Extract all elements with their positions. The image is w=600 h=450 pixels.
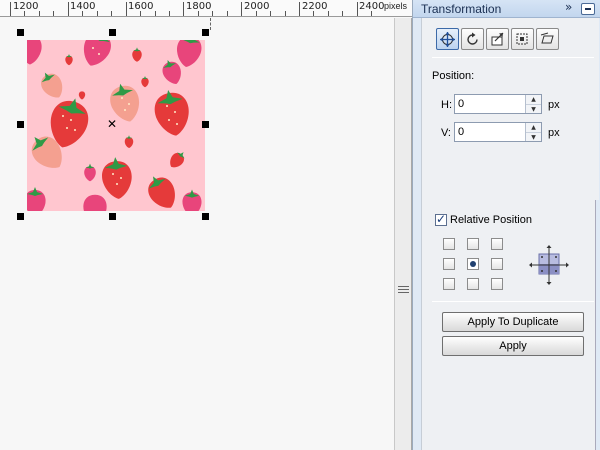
handle-top-center[interactable] — [109, 29, 116, 36]
anchor-middle-left[interactable] — [443, 258, 455, 270]
apply-button[interactable]: Apply — [442, 336, 584, 356]
h-spinner[interactable]: ▲ ▼ — [525, 95, 541, 113]
options-divider — [432, 301, 594, 302]
toolbar-divider — [432, 57, 594, 58]
anchor-bottom-left[interactable] — [443, 278, 455, 290]
anchor-bottom-center[interactable] — [467, 278, 479, 290]
h-value: 0 — [458, 98, 465, 110]
handle-middle-right[interactable] — [202, 121, 209, 128]
rotate-icon — [467, 32, 478, 45]
ruler-units: pixels — [384, 1, 408, 11]
position-mode-button[interactable] — [436, 28, 459, 50]
anchor-middle-right[interactable] — [491, 258, 503, 270]
skew-mode-button[interactable] — [536, 28, 559, 50]
anchor-preview-icon — [529, 245, 569, 285]
handle-middle-left[interactable] — [17, 121, 24, 128]
ruler-label-1800: 1800 — [186, 1, 212, 12]
vertical-scrollbar[interactable] — [394, 18, 412, 450]
h-label: H: — [441, 99, 452, 111]
docker-title-bar[interactable]: Transformation » — [413, 0, 600, 18]
v-position-input[interactable]: 0 ▲ ▼ — [454, 122, 542, 142]
handle-top-left[interactable] — [17, 29, 24, 36]
anchor-top-center[interactable] — [467, 238, 479, 250]
ruler-label-1600: 1600 — [128, 1, 154, 12]
transformation-docker: Transformation » Position: H: 0 ▲ ▼ px V… — [412, 0, 600, 450]
grip-icon[interactable] — [398, 284, 409, 294]
ruler-label-1400: 1400 — [70, 1, 96, 12]
expand-chevron-icon[interactable]: » — [565, 0, 572, 14]
v-value: 0 — [458, 126, 465, 138]
anchor-top-left[interactable] — [443, 238, 455, 250]
size-mode-button[interactable] — [511, 28, 534, 50]
v-label: V: — [441, 127, 451, 139]
v-up-arrow-icon[interactable]: ▲ — [526, 123, 541, 132]
docker-title: Transformation — [421, 2, 502, 16]
rotation-center-icon[interactable]: ✕ — [107, 118, 117, 130]
handle-bottom-right[interactable] — [202, 213, 209, 220]
ruler-label-2200: 2200 — [302, 1, 328, 12]
guide-line — [210, 18, 211, 30]
h-up-arrow-icon[interactable]: ▲ — [526, 95, 541, 104]
size-icon — [516, 33, 528, 44]
apply-to-duplicate-button[interactable]: Apply To Duplicate — [442, 312, 584, 332]
handle-bottom-center[interactable] — [109, 213, 116, 220]
h-position-input[interactable]: 0 ▲ ▼ — [454, 94, 542, 114]
scale-icon — [491, 32, 504, 45]
app-window: 1200 1400 1600 1800 2000 2200 2400 pixel… — [0, 0, 600, 450]
relative-position-label[interactable]: Relative Position — [450, 214, 532, 226]
ruler-label-1200: 1200 — [13, 1, 39, 12]
v-down-arrow-icon[interactable]: ▼ — [526, 132, 541, 141]
handle-top-right[interactable] — [202, 29, 209, 36]
skew-icon — [540, 32, 554, 43]
v-spinner[interactable]: ▲ ▼ — [525, 123, 541, 141]
h-down-arrow-icon[interactable]: ▼ — [526, 104, 541, 113]
transform-mode-toolbar — [436, 28, 559, 50]
anchor-center[interactable] — [467, 258, 479, 270]
ruler-label-2400: 2400 — [359, 1, 385, 12]
relative-position-checkbox[interactable] — [435, 212, 447, 226]
horizontal-ruler[interactable]: 1200 1400 1600 1800 2000 2200 2400 pixel… — [0, 0, 412, 17]
scale-mode-button[interactable] — [486, 28, 509, 50]
v-unit: px — [548, 127, 560, 139]
ruler-label-2000: 2000 — [244, 1, 270, 12]
minimize-icon[interactable] — [581, 3, 595, 15]
docker-panel: Position: H: 0 ▲ ▼ px V: 0 ▲ ▼ px Relati — [421, 18, 599, 450]
rotate-mode-button[interactable] — [461, 28, 484, 50]
anchor-top-right[interactable] — [491, 238, 503, 250]
anchor-bottom-right[interactable] — [491, 278, 503, 290]
docker-resize-edge[interactable] — [595, 200, 600, 450]
position-label: Position: — [432, 70, 475, 82]
h-unit: px — [548, 99, 560, 111]
handle-bottom-left[interactable] — [17, 213, 24, 220]
position-icon — [440, 31, 455, 47]
